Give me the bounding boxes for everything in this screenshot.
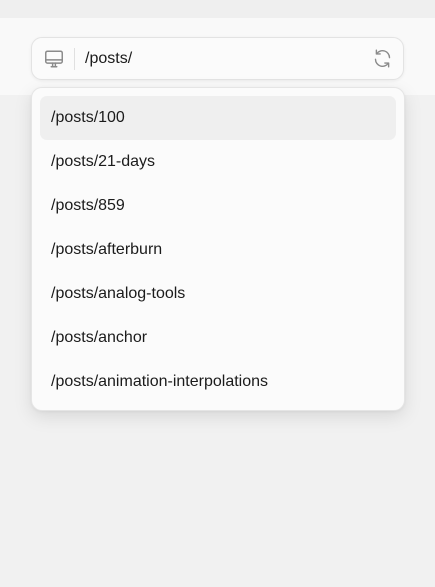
suggestion-item[interactable]: /posts/analog-tools [40,272,396,316]
suggestion-item[interactable]: /posts/animation-interpolations [40,360,396,404]
url-bar-divider [74,47,75,70]
suggestion-item[interactable]: /posts/anchor [40,316,396,360]
url-bar [31,37,404,80]
suggestion-item[interactable]: /posts/100 [40,96,396,140]
url-input[interactable] [85,38,361,79]
refresh-icon [374,49,390,68]
suggestions-dropdown: /posts/100 /posts/21-days /posts/859 /po… [31,87,405,411]
monitor-icon [45,49,63,68]
suggestion-item[interactable]: /posts/859 [40,184,396,228]
suggestion-item[interactable]: /posts/21-days [40,140,396,184]
top-strip [0,0,435,18]
reload-button[interactable] [361,38,403,79]
device-toggle-button[interactable] [32,38,74,79]
suggestion-item[interactable]: /posts/afterburn [40,228,396,272]
